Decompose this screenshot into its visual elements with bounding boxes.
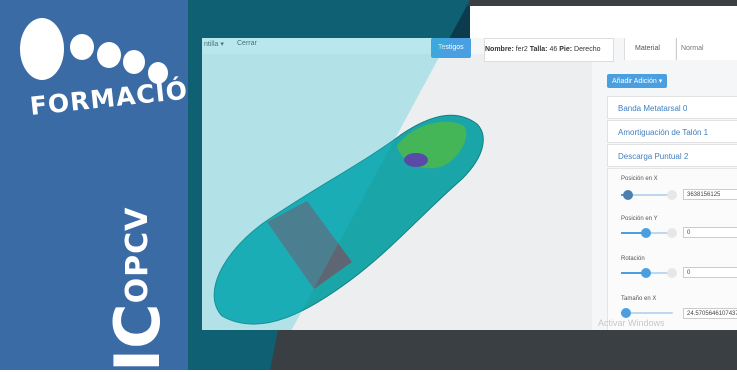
testigos-button[interactable]: Testigos <box>431 38 471 58</box>
brand-sidebar: FORMACIÓ ICOPCV <box>0 0 190 372</box>
3d-viewport[interactable] <box>202 54 592 330</box>
slider-rotation[interactable] <box>621 268 677 278</box>
insole-model <box>213 114 484 325</box>
section-banda-metatarsal[interactable]: Banda Metatarsal 0 <box>607 96 737 119</box>
field-label-pos-y: Posición en Y <box>621 216 658 222</box>
material-label: Material <box>624 38 675 60</box>
slider-knob-end <box>667 228 677 238</box>
slider-knob[interactable] <box>641 228 651 238</box>
name-label: Nombre: <box>485 46 514 53</box>
field-input-pos-y[interactable]: 0 <box>683 227 737 238</box>
section-amortiguacion-talon[interactable]: Amortiguación de Talón 1 <box>607 120 737 143</box>
frame-left <box>188 0 202 370</box>
field-input-size-x[interactable]: 24.5705646107437 <box>683 308 737 319</box>
slider-size-x[interactable] <box>621 308 673 318</box>
name-value: fer2 <box>515 46 528 53</box>
field-label-size-x: Tamaño en X <box>621 296 657 302</box>
brand-logo-initials: IC <box>101 303 174 372</box>
slider-knob-end <box>667 268 677 278</box>
material-select[interactable]: Normal <box>676 38 737 60</box>
menu-item-cerrar[interactable]: Cerrar <box>237 40 257 47</box>
logo-dot <box>123 50 145 74</box>
slider-pos-y[interactable] <box>621 228 677 238</box>
slider-knob-end <box>667 190 677 200</box>
add-addition-button[interactable]: Añadir Adición ▾ <box>607 74 668 88</box>
foot-value: Derecho <box>574 46 601 53</box>
menu-item-plantilla[interactable]: ntilla ▾ <box>204 40 224 48</box>
properties-panel: Añadir Adición ▾ Banda Metatarsal 0 Amor… <box>607 74 737 330</box>
logo-dot <box>97 42 121 68</box>
slider-knob[interactable] <box>623 190 633 200</box>
field-label-pos-x: Posición en X <box>621 176 658 182</box>
client-info: Nombre: fer2 Talla: 46 Pie: Derecho <box>484 38 614 62</box>
slider-pos-x[interactable] <box>621 190 677 200</box>
app-window: ntilla ▾ Cerrar Añadir Adición ▾ Banda M… <box>202 38 737 330</box>
size-value: 46 <box>549 46 558 53</box>
slider-knob[interactable] <box>621 308 631 318</box>
field-input-pos-x[interactable]: 3638156125 <box>683 189 737 200</box>
windows-watermark: Activar Windows <box>598 318 665 328</box>
brand-word: FORMACIÓ <box>28 75 190 121</box>
logo-dot <box>20 18 64 80</box>
foot-label: Pie: <box>559 46 573 53</box>
size-label: Talla: <box>529 46 548 53</box>
section-descarga-puntual[interactable]: Descarga Puntual 2 <box>607 144 737 167</box>
slider-knob[interactable] <box>641 268 651 278</box>
logo-dot <box>70 34 94 60</box>
field-label-rotation: Rotación <box>621 256 645 262</box>
frame-bottom-left <box>188 330 278 370</box>
field-input-rotation[interactable]: 0 <box>683 267 737 278</box>
brand-logo-suffix: OPCV <box>120 206 155 304</box>
frame-top-left <box>188 0 470 38</box>
point-relief <box>404 153 428 167</box>
